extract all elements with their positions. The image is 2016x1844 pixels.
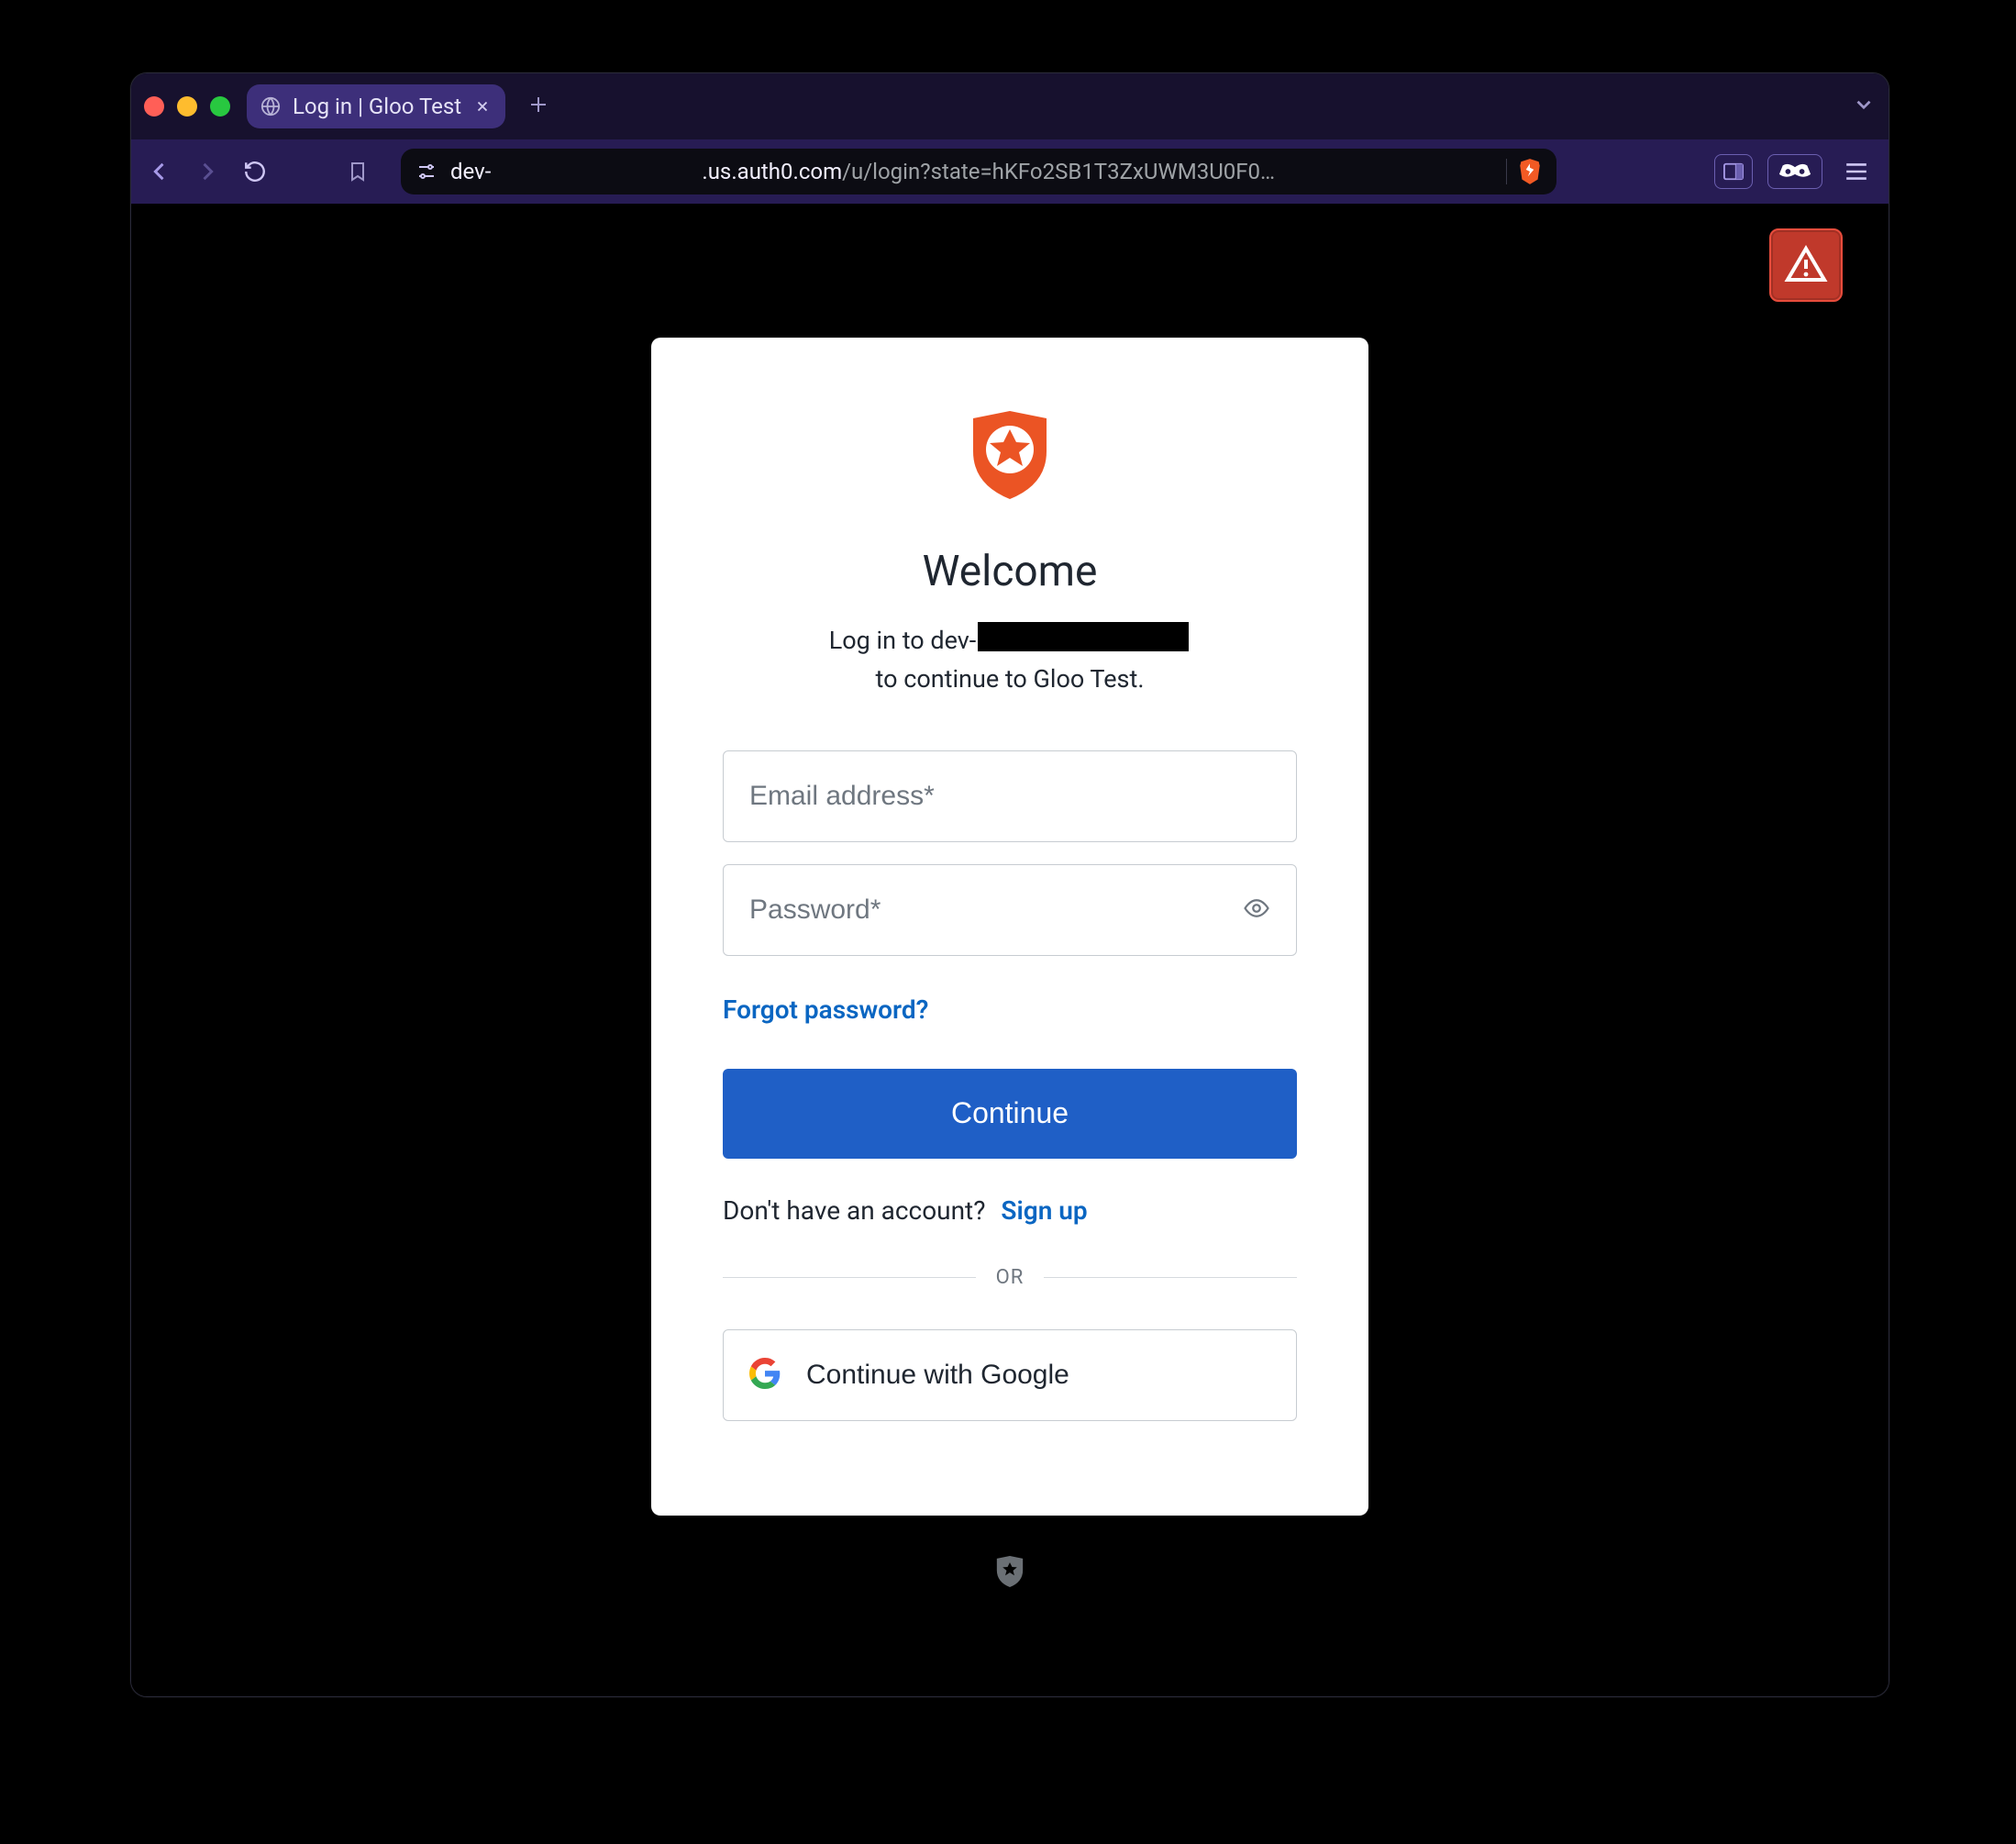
- login-subtitle: Log in to dev-to continue to Gloo Test.: [723, 622, 1297, 699]
- url-domain-suffix: .us.auth0.com: [702, 159, 842, 184]
- signup-link[interactable]: Sign up: [1001, 1195, 1087, 1226]
- traffic-lights: [144, 96, 230, 117]
- globe-icon: [260, 95, 282, 117]
- url-text: dev- .us.auth0.com/u/login?state=hKFo2SB1…: [450, 159, 1275, 184]
- tab-title: Log in | Gloo Test: [293, 94, 461, 119]
- auth0-logo: [966, 407, 1054, 503]
- url-bar[interactable]: dev- .us.auth0.com/u/login?state=hKFo2SB1…: [401, 149, 1556, 194]
- browser-tab[interactable]: Log in | Gloo Test: [247, 84, 505, 128]
- signup-prompt: Don't have an account?: [723, 1195, 985, 1226]
- nav-reload-button[interactable]: [239, 156, 271, 187]
- redacted-tenant: [978, 622, 1189, 651]
- forgot-password-link[interactable]: Forgot password?: [723, 994, 928, 1025]
- sidebar-toggle-button[interactable]: [1714, 154, 1753, 189]
- toolbar: dev- .us.auth0.com/u/login?state=hKFo2SB1…: [131, 139, 1889, 204]
- url-path: /u/login?state=hKFo2SB1T3ZxUWM3U0F0…: [842, 159, 1275, 184]
- eye-icon: [1243, 894, 1270, 922]
- signup-row: Don't have an account? Sign up: [723, 1195, 1088, 1226]
- page-viewport: Welcome Log in to dev-to continue to Glo…: [131, 204, 1889, 1696]
- password-input[interactable]: [749, 894, 1243, 926]
- or-label: OR: [996, 1266, 1025, 1289]
- hamburger-menu-button[interactable]: [1837, 154, 1876, 189]
- nav-forward-button[interactable]: [192, 156, 223, 187]
- google-icon: [749, 1358, 781, 1392]
- new-tab-button[interactable]: [527, 91, 549, 123]
- subtitle-post: to continue to Gloo Test.: [876, 661, 1145, 699]
- titlebar: Log in | Gloo Test: [131, 73, 1889, 139]
- password-field-wrapper: [723, 864, 1297, 956]
- window-close-button[interactable]: [144, 96, 164, 117]
- nav-back-button[interactable]: [144, 156, 175, 187]
- site-settings-icon[interactable]: [415, 161, 438, 183]
- auth0-footer-badge: [994, 1554, 1025, 1593]
- subtitle-pre: Log in to dev-: [829, 622, 977, 661]
- login-card: Welcome Log in to dev-to continue to Glo…: [651, 338, 1368, 1516]
- tabs-overflow-button[interactable]: [1852, 93, 1876, 120]
- warning-badge[interactable]: [1769, 228, 1843, 302]
- brave-shields-icon[interactable]: [1506, 158, 1542, 185]
- browser-window: Log in | Gloo Test: [130, 72, 1889, 1697]
- welcome-title: Welcome: [923, 547, 1098, 596]
- email-input[interactable]: [749, 781, 1270, 812]
- warning-icon: [1784, 243, 1828, 287]
- continue-button[interactable]: Continue: [723, 1069, 1297, 1159]
- window-minimize-button[interactable]: [177, 96, 197, 117]
- window-maximize-button[interactable]: [210, 96, 230, 117]
- tab-close-button[interactable]: [472, 96, 493, 117]
- private-mode-icon[interactable]: [1767, 154, 1822, 189]
- url-prefix: dev-: [450, 159, 491, 184]
- show-password-button[interactable]: [1243, 894, 1270, 926]
- divider-line-right: [1044, 1277, 1297, 1278]
- bookmark-button[interactable]: [342, 156, 373, 187]
- google-button-label: Continue with Google: [806, 1360, 1069, 1391]
- divider-line-left: [723, 1277, 976, 1278]
- email-field-wrapper: [723, 750, 1297, 842]
- continue-with-google-button[interactable]: Continue with Google: [723, 1329, 1297, 1421]
- or-divider: OR: [723, 1266, 1297, 1289]
